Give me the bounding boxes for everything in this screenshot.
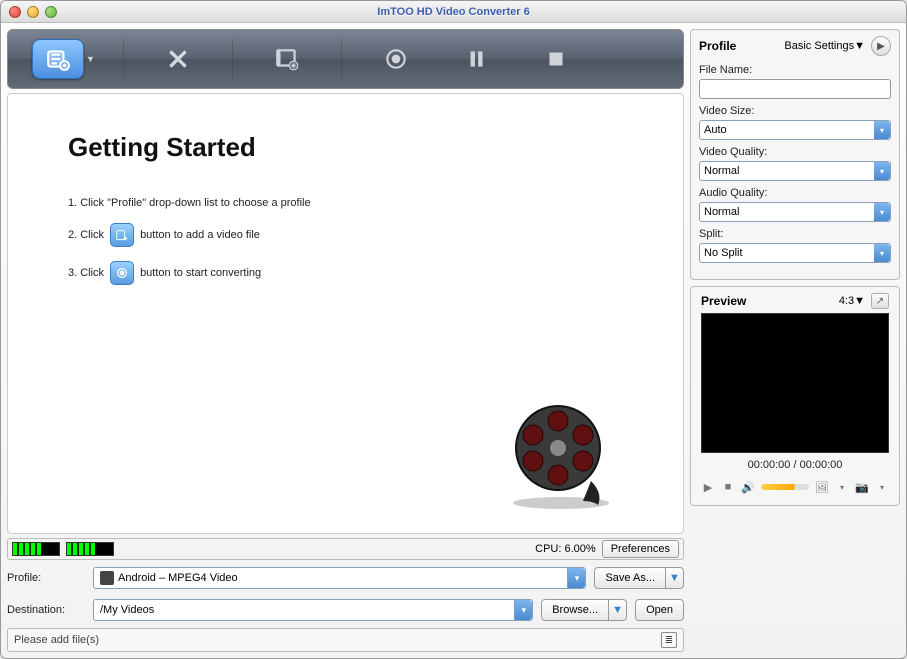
cpu-usage-label: CPU: 6.00%	[535, 543, 596, 555]
play-icon[interactable]: ▶	[701, 480, 715, 494]
audio-quality-select[interactable]: Normal▾	[699, 202, 891, 222]
step-2: 2. Click button to add a video file	[68, 223, 643, 247]
destination-field[interactable]: /My Videos ▾	[93, 599, 533, 621]
basic-settings-toggle[interactable]: Basic Settings▼	[784, 40, 865, 52]
cpu-core-meter	[66, 542, 114, 556]
stop-button[interactable]	[530, 39, 582, 79]
browse-button[interactable]: Browse...	[541, 599, 609, 621]
video-size-label: Video Size:	[699, 105, 891, 117]
dropdown-arrow-icon: ▾	[514, 600, 532, 620]
audio-quality-label: Audio Quality:	[699, 187, 891, 199]
convert-button[interactable]	[370, 39, 422, 79]
destination-label: Destination:	[7, 604, 85, 616]
add-video-clip-button[interactable]	[261, 39, 313, 79]
pause-button[interactable]	[450, 39, 502, 79]
video-size-select[interactable]: Auto▾	[699, 120, 891, 140]
preview-label: Preview	[701, 294, 746, 308]
add-file-button[interactable]	[32, 39, 84, 79]
profile-tab[interactable]: Profile	[699, 39, 736, 53]
preferences-button[interactable]: Preferences	[602, 540, 679, 558]
video-quality-label: Video Quality:	[699, 146, 891, 158]
next-page-button[interactable]: ▶	[871, 36, 891, 56]
dropdown-arrow-icon: ▾	[567, 568, 585, 588]
popout-icon[interactable]: ↗	[871, 293, 889, 309]
destination-value: /My Videos	[100, 604, 154, 616]
snapshot-folder-icon[interactable]: 🖼	[815, 480, 829, 494]
convert-icon	[110, 261, 134, 285]
profile-settings-panel: Profile Basic Settings▼ ▶ File Name: Vid…	[690, 29, 900, 280]
browse-dropdown[interactable]: ▼	[609, 599, 627, 621]
main-toolbar: ▼	[7, 29, 684, 89]
preview-time: 00:00:00 / 00:00:00	[701, 459, 889, 471]
list-view-icon[interactable]: ≣	[661, 632, 677, 648]
film-reel-icon	[503, 393, 623, 513]
cpu-core-meter	[12, 542, 60, 556]
file-name-label: File Name:	[699, 64, 891, 76]
profile-combobox[interactable]: Android – MPEG4 Video ▾	[93, 567, 586, 589]
aspect-ratio-toggle[interactable]: 4:3▼	[839, 295, 865, 307]
preview-controls: ▶ ■ 🔊 🖼 ▾ 📷 ▾	[701, 477, 889, 497]
open-button[interactable]: Open	[635, 599, 684, 621]
step-3: 3. Click button to start converting	[68, 261, 643, 285]
video-quality-select[interactable]: Normal▾	[699, 161, 891, 181]
cpu-bar: CPU: 6.00% Preferences	[7, 538, 684, 560]
split-select[interactable]: No Split▾	[699, 243, 891, 263]
volume-icon[interactable]: 🔊	[741, 480, 755, 494]
titlebar: ImTOO HD Video Converter 6	[1, 1, 906, 23]
step-1: 1. Click "Profile" drop-down list to cho…	[68, 197, 643, 209]
remove-button[interactable]	[152, 39, 204, 79]
android-icon	[100, 571, 114, 585]
getting-started-panel: Getting Started 1. Click "Profile" drop-…	[7, 93, 684, 534]
add-file-icon	[110, 223, 134, 247]
profile-value: Android – MPEG4 Video	[118, 572, 238, 584]
status-bar: Please add file(s) ≣	[7, 628, 684, 652]
save-as-button[interactable]: Save As...	[594, 567, 666, 589]
snapshot-icon[interactable]: 📷	[855, 480, 869, 494]
page-heading: Getting Started	[68, 132, 643, 163]
app-window: ImTOO HD Video Converter 6 ▼	[0, 0, 907, 659]
stop-icon[interactable]: ■	[721, 480, 735, 494]
preview-panel: Preview 4:3▼ ↗ 00:00:00 / 00:00:00 ▶ ■ 🔊…	[690, 286, 900, 506]
file-name-input[interactable]	[699, 79, 891, 99]
volume-slider[interactable]	[761, 484, 809, 490]
split-label: Split:	[699, 228, 891, 240]
profile-label: Profile:	[7, 572, 85, 584]
status-text: Please add file(s)	[14, 634, 99, 646]
save-as-dropdown[interactable]: ▼	[666, 567, 684, 589]
add-file-dropdown-icon[interactable]: ▼	[86, 54, 95, 64]
window-title: ImTOO HD Video Converter 6	[1, 6, 906, 18]
preview-screen	[701, 313, 889, 453]
